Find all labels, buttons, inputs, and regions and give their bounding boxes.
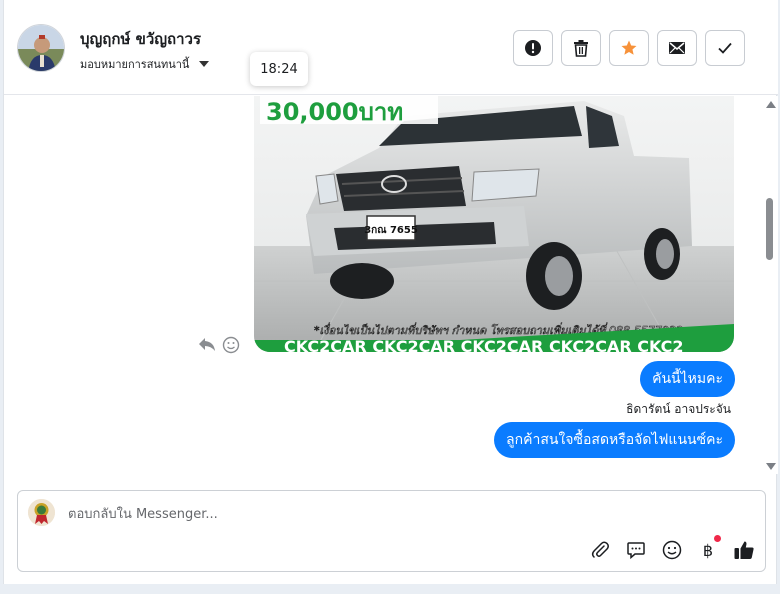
alert-circle-icon xyxy=(525,40,541,56)
envelope-icon xyxy=(669,42,685,54)
message-list: 3กณ 7655 30,000บาท *เงื่อนไขเป็นไปตามที่… xyxy=(4,96,778,474)
price-text: 30,000บาท xyxy=(266,98,403,126)
mark-unread-button[interactable] xyxy=(657,30,697,66)
scroll-thumb[interactable] xyxy=(766,198,773,260)
assign-conversation-dropdown[interactable]: มอบหมายการสนทนานี้ xyxy=(80,55,210,73)
composer-tools: ฿ xyxy=(589,535,755,561)
like-button[interactable] xyxy=(733,539,755,561)
trash-icon xyxy=(574,40,588,57)
star-button[interactable] xyxy=(609,30,649,66)
reply-input[interactable] xyxy=(68,503,668,525)
message-sender-name: ธิดารัตน์ อาจประจัน xyxy=(626,402,731,416)
scroll-up-arrow-icon[interactable] xyxy=(766,101,776,108)
reply-icon[interactable] xyxy=(198,336,216,356)
attach-button[interactable] xyxy=(589,539,611,561)
star-icon xyxy=(621,40,637,55)
payment-button[interactable]: ฿ xyxy=(697,535,721,561)
notification-dot xyxy=(714,535,721,542)
message-bubble[interactable]: คันนี้ไหมคะ xyxy=(640,361,735,397)
message-photo[interactable]: 3กณ 7655 30,000บาท *เงื่อนไขเป็นไปตามที่… xyxy=(254,96,734,352)
chat-bubble-icon xyxy=(627,542,645,560)
baht-icon: ฿ xyxy=(702,540,714,560)
mark-done-button[interactable] xyxy=(705,30,745,66)
plate-text: 3กณ 7655 xyxy=(364,225,418,236)
mark-spam-button[interactable] xyxy=(513,30,553,66)
conversation-window: บุญฤกษ์ ขวัญถาวร มอบหมายการสนทนานี้ 18:2… xyxy=(3,0,778,584)
reply-composer: ฿ xyxy=(17,490,766,572)
caret-down-icon xyxy=(199,61,210,67)
contact-name[interactable]: บุญฤกษ์ ขวัญถาวร xyxy=(80,27,201,51)
header-actions xyxy=(513,30,745,66)
check-icon xyxy=(718,42,732,54)
emoji-button[interactable] xyxy=(661,539,683,561)
contact-avatar[interactable] xyxy=(17,24,65,72)
delete-button[interactable] xyxy=(561,30,601,66)
scroll-down-arrow-icon[interactable] xyxy=(766,463,776,470)
timestamp-tooltip: 18:24 xyxy=(250,52,308,86)
react-emoji-icon[interactable] xyxy=(222,336,240,358)
assign-label: มอบหมายการสนทนานี้ xyxy=(80,58,190,71)
message-scrollbar[interactable] xyxy=(763,96,777,474)
conversation-header: บุญฤกษ์ ขวัญถาวร มอบหมายการสนทนานี้ 18:2… xyxy=(4,0,778,95)
saved-replies-button[interactable] xyxy=(625,539,647,561)
paperclip-icon xyxy=(591,541,609,558)
thumbs-up-icon xyxy=(734,541,754,559)
emoji-icon xyxy=(662,540,682,560)
message-bubble[interactable]: ลูกค้าสนใจซื้อสดหรือจัดไฟแนนซ์คะ xyxy=(494,422,735,458)
page-avatar xyxy=(28,499,55,526)
photo-banner: CKC2CAR CKC2CAR CKC2CAR CKC2CAR CKC2 xyxy=(284,337,684,352)
